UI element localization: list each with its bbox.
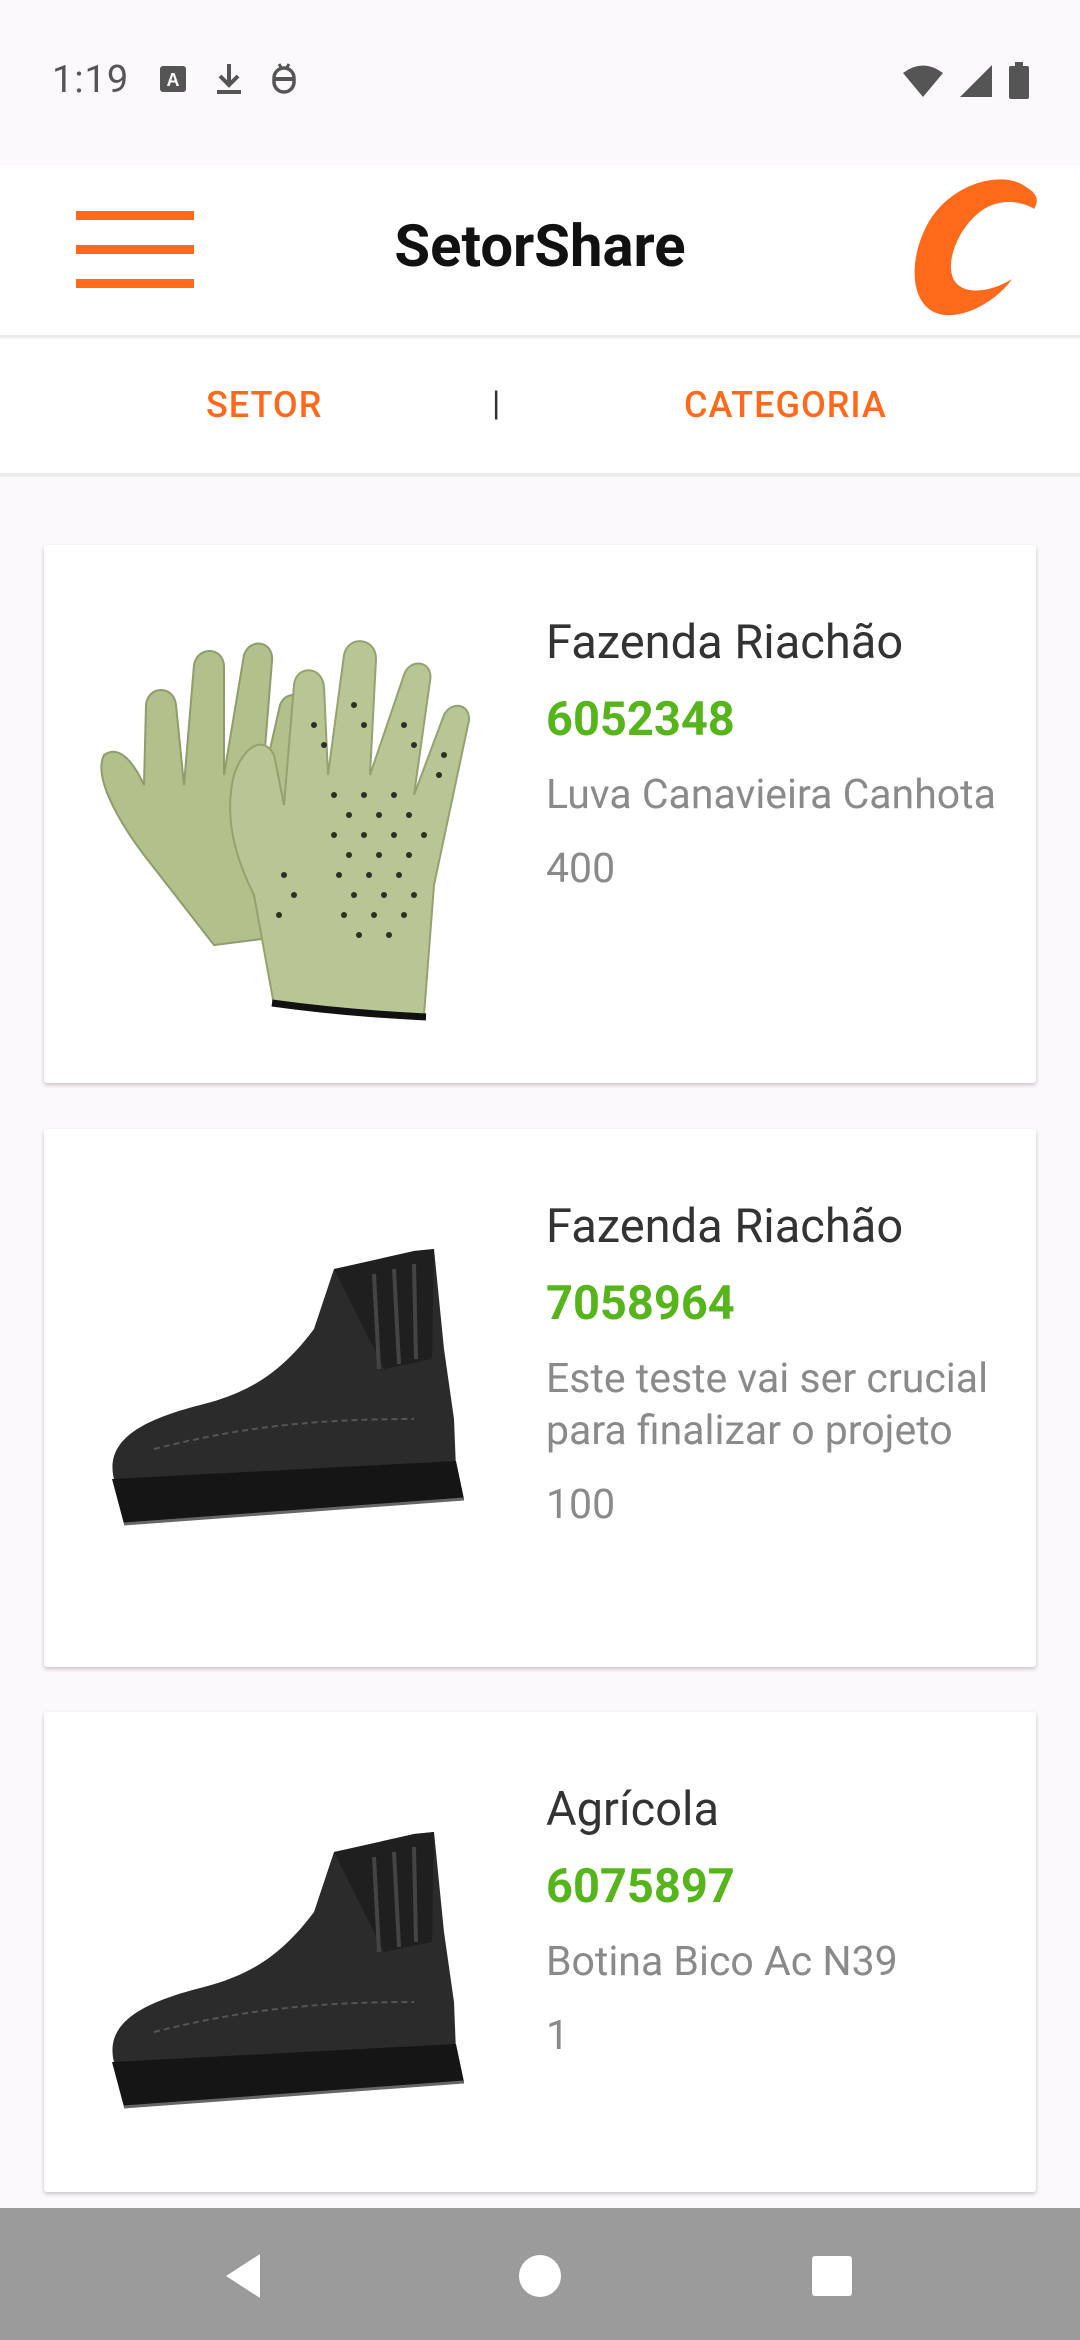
item-quantity: 1 — [546, 2012, 570, 2060]
app-bar: SetorShare — [0, 165, 1080, 338]
item-code: 6052348 — [546, 692, 735, 747]
wifi-icon — [903, 65, 943, 97]
tab-categoria[interactable]: CATEGORIA — [684, 384, 887, 426]
item-info: Agrícola 6075897 Botina Bico Ac N39 1 — [546, 1782, 1016, 2060]
home-icon[interactable] — [510, 2246, 570, 2306]
item-description: Este teste vai ser crucial para finaliza… — [546, 1355, 989, 1455]
item-quantity: 400 — [546, 845, 616, 893]
tab-setor[interactable]: SETOR — [206, 384, 322, 426]
item-quantity: 100 — [546, 1481, 616, 1529]
item-code: 6075897 — [546, 1859, 735, 1914]
download-icon — [217, 64, 241, 94]
item-farm: Agrícola — [546, 1782, 720, 1837]
translate-icon: A — [160, 66, 186, 92]
item-info: Fazenda Riachão 7058964 Este teste vai s… — [546, 1199, 1016, 1529]
status-time: 1:19 — [52, 58, 130, 102]
battery-icon — [1009, 62, 1029, 99]
item-description: Luva Canavieira Canhota — [546, 771, 996, 819]
status-bar: 1:19 A — [0, 0, 1080, 165]
brand-logo — [914, 179, 1037, 316]
item-info: Fazenda Riachão 6052348 Luva Canavieira … — [546, 615, 1016, 893]
boot-image — [112, 1249, 465, 1526]
boot-image — [112, 1832, 465, 2109]
item-farm: Fazenda Riachão — [546, 1199, 904, 1254]
item-code: 7058964 — [546, 1276, 735, 1331]
system-nav-bar — [0, 2208, 1080, 2340]
tab-bar: SETOR | CATEGORIA — [0, 340, 1080, 477]
item-farm: Fazenda Riachão — [546, 615, 904, 670]
back-icon[interactable] — [216, 2246, 276, 2306]
list-item[interactable]: Fazenda Riachão 7058964 Este teste vai s… — [44, 1129, 1036, 1667]
list-item[interactable]: Fazenda Riachão 6052348 Luva Canavieira … — [44, 545, 1036, 1083]
glove-image — [100, 640, 471, 1021]
svg-text:A: A — [167, 70, 180, 90]
status-icons-right — [902, 62, 1030, 100]
recents-icon[interactable] — [802, 2246, 862, 2306]
tab-separator: | — [492, 384, 501, 424]
item-description: Botina Bico Ac N39 — [546, 1938, 898, 1986]
list-item[interactable]: Agrícola 6075897 Botina Bico Ac N39 1 — [44, 1712, 1036, 2192]
robot-icon — [272, 63, 296, 94]
signal-icon — [960, 65, 992, 97]
status-icons-left: A — [158, 62, 298, 96]
